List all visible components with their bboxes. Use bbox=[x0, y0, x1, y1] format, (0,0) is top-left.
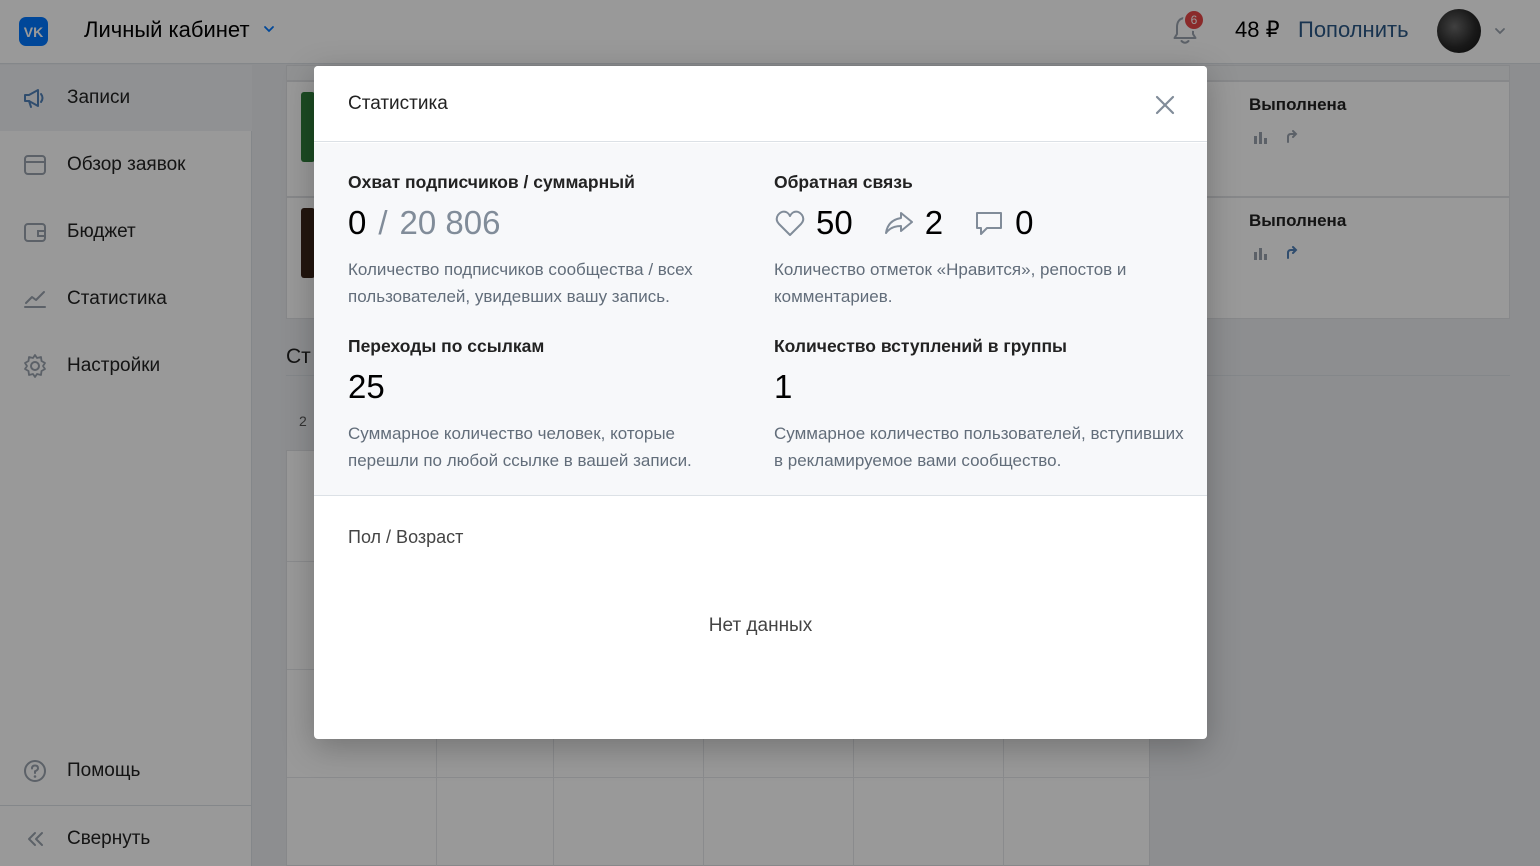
metric-description: Количество подписчиков сообщества / всех… bbox=[348, 260, 693, 306]
metric-title: Переходы по ссылкам bbox=[348, 336, 545, 356]
reposts-value: 2 bbox=[924, 204, 944, 241]
link-clicks-metric: Переходы по ссылкам 25 Суммарное количес… bbox=[348, 336, 748, 474]
demographics-title: Пол / Возраст bbox=[348, 527, 464, 547]
metric-value: 0 / 20 806 bbox=[348, 204, 748, 242]
metric-title: Количество вступлений в группы bbox=[774, 336, 1067, 356]
statistics-modal: Статистика Охват подписчиков / суммарный… bbox=[314, 66, 1207, 739]
metric-description: Суммарное количество человек, которые пе… bbox=[348, 424, 692, 470]
close-button[interactable] bbox=[1150, 90, 1180, 120]
metric-value: 1 bbox=[774, 368, 793, 405]
stats-summary: Охват подписчиков / суммарный 0 / 20 806… bbox=[314, 143, 1207, 496]
metric-value: 50 2 0 bbox=[774, 204, 1174, 242]
reach-separator: / bbox=[378, 204, 388, 241]
metric-title: Охват подписчиков / суммарный bbox=[348, 172, 635, 192]
modal-header: Статистика bbox=[314, 66, 1207, 142]
comments-value: 0 bbox=[1015, 204, 1034, 241]
feedback-metric: Обратная связь 50 2 0 Количество отметок… bbox=[774, 172, 1174, 310]
reposts-count: 2 bbox=[883, 204, 943, 242]
metric-value: 25 bbox=[348, 368, 385, 405]
modal-title: Статистика bbox=[348, 93, 448, 114]
comments-count: 0 bbox=[973, 204, 1033, 242]
metric-description: Суммарное количество пользователей, всту… bbox=[774, 424, 1184, 470]
no-data-message: Нет данных bbox=[708, 615, 813, 636]
reach-subscribers: 0 bbox=[348, 204, 367, 241]
likes-count: 50 bbox=[774, 204, 853, 242]
repost-arrow-icon bbox=[883, 207, 915, 239]
close-icon[interactable] bbox=[1154, 94, 1176, 116]
group-joins-metric: Количество вступлений в группы 1 Суммарн… bbox=[774, 336, 1194, 474]
heart-icon bbox=[774, 207, 806, 239]
likes-value: 50 bbox=[816, 204, 853, 241]
metric-description: Количество отметок «Нравится», репостов … bbox=[774, 260, 1127, 306]
reach-total: 20 806 bbox=[399, 204, 501, 241]
reach-metric: Охват подписчиков / суммарный 0 / 20 806… bbox=[348, 172, 748, 310]
comment-icon bbox=[973, 207, 1005, 239]
metric-title: Обратная связь bbox=[774, 172, 913, 192]
